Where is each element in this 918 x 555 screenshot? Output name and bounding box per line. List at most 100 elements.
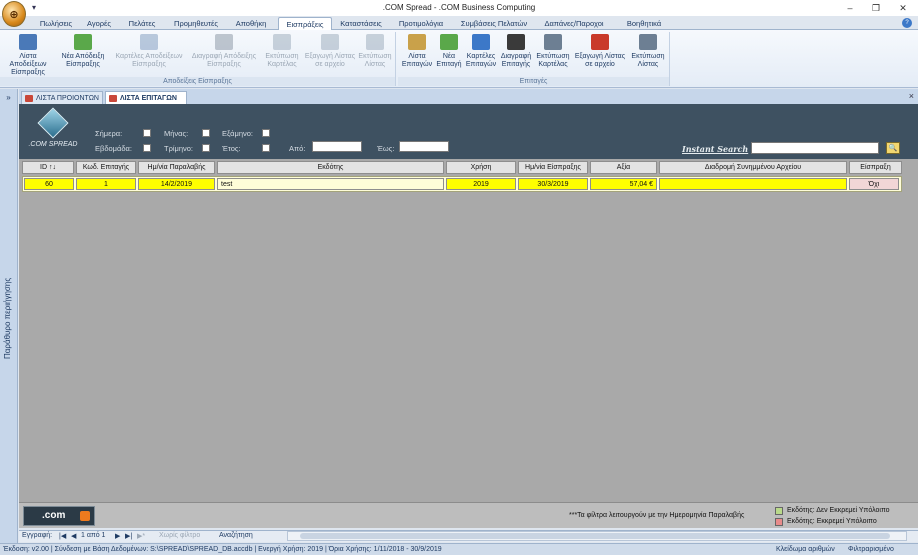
- doc-tab-products[interactable]: ΛΙΣΤΑ ΠΡΟΙΟΝΤΩΝ: [21, 91, 103, 104]
- cards-icon: [140, 34, 158, 50]
- close-button[interactable]: ✕: [889, 1, 917, 15]
- cell-receipt-date[interactable]: 14/2/2019: [138, 178, 215, 190]
- office-button-icon[interactable]: ⊕: [2, 1, 26, 27]
- filter-header: .COM SPREAD Σήμερα: Εβδομάδα: Μήνας: Τρί…: [19, 104, 918, 159]
- com-spread-logo: .COM SPREAD: [27, 107, 79, 154]
- last-record-button[interactable]: ▶|: [125, 532, 132, 540]
- ribbon-group-cheques: Λίστα Επιταγών Νέα Επιταγή Καρτέλες Επιτ…: [398, 32, 670, 86]
- column-header-receipt-date[interactable]: Ημ/νία Παραλαβής: [138, 161, 215, 174]
- filter-week-label: Εβδομάδα:: [95, 144, 132, 153]
- print-receipt-list-button[interactable]: Εκτύπωση Λίστας: [356, 34, 394, 76]
- delete-cheque-button[interactable]: Διαγραφή Επιταγής: [498, 34, 534, 76]
- search-icon[interactable]: 🔍: [886, 142, 900, 154]
- filter-semester-label: Εξάμηνο:: [222, 129, 253, 138]
- export-cheque-list-button[interactable]: Εξαγωγή Λίστας σε αρχείο: [572, 34, 628, 76]
- column-header-value[interactable]: Αξία: [590, 161, 657, 174]
- new-cheque-button[interactable]: Νέα Επιταγή: [434, 34, 464, 76]
- cell-collection-date[interactable]: 30/3/2019: [518, 178, 588, 190]
- cell-attachment-path[interactable]: [659, 178, 847, 190]
- minimize-button[interactable]: –: [836, 1, 864, 15]
- record-label: Εγγραφή:: [22, 532, 53, 539]
- filter-status[interactable]: Χωρίς φίλτρο: [159, 532, 200, 539]
- column-header-collected[interactable]: Είσπραξη: [849, 161, 902, 174]
- print-receipt-card-button[interactable]: Εκτύπωση Καρτέλας: [262, 34, 302, 76]
- column-header-issuer[interactable]: Εκδότης: [217, 161, 444, 174]
- search-box[interactable]: Αναζήτηση: [219, 532, 253, 539]
- tab-sales[interactable]: Πωλήσεις: [32, 17, 80, 30]
- new-cheque-icon: [440, 34, 458, 50]
- tab-auxiliary[interactable]: Βοηθητικά: [616, 17, 672, 30]
- filter-to-input[interactable]: [399, 141, 449, 152]
- column-header-collection-date[interactable]: Ημ/νία Είσπραξης: [518, 161, 588, 174]
- filter-quarter-checkbox[interactable]: [202, 144, 210, 152]
- filter-note: ***Τα φίλτρα λειτουργούν με την Ημερομην…: [569, 512, 745, 519]
- filter-year-checkbox[interactable]: [262, 144, 270, 152]
- new-receipt-icon: [74, 34, 92, 50]
- cell-id[interactable]: 60: [24, 178, 74, 190]
- receipt-list-icon: [19, 34, 37, 50]
- receipt-cards-button[interactable]: Καρτέλες Αποδείξεων Είσπραξης: [112, 34, 186, 76]
- ribbon-group-label-receipts: Αποδείξεις Είσπραξης: [0, 77, 395, 86]
- filter-today-checkbox[interactable]: [143, 129, 151, 137]
- column-header-fiscal-year[interactable]: Χρήση: [446, 161, 516, 174]
- column-header-attachment-path[interactable]: Διαδρομή Συνημμένου Αρχείου: [659, 161, 847, 174]
- print-cheque-card-button[interactable]: Εκτύπωση Καρτέλας: [534, 34, 572, 76]
- print-cheque-list-button[interactable]: Εκτύπωση Λίστας: [628, 34, 668, 76]
- tab-purchases[interactable]: Αγορές: [80, 17, 118, 30]
- tab-customers[interactable]: Πελάτες: [120, 17, 164, 30]
- status-bar: Έκδοση: v2.00 | Σύνδεση με Βάση Δεδομένω…: [0, 543, 918, 555]
- cell-collected[interactable]: Όχι: [849, 178, 899, 190]
- receipt-list-button[interactable]: Λίστα Αποδείξεων Είσπραξης: [2, 34, 54, 76]
- logo-diamond-icon: [37, 107, 69, 139]
- tab-reports[interactable]: Καταστάσεις: [334, 17, 388, 30]
- tab-collections[interactable]: Εισπράξεις: [278, 17, 332, 31]
- filter-month-checkbox[interactable]: [202, 129, 210, 137]
- doc-tab-cheques[interactable]: ΛΙΣΤΑ ΕΠΙΤΑΓΩΝ: [105, 91, 187, 104]
- cell-fiscal-year[interactable]: 2019: [446, 178, 516, 190]
- scrollbar-thumb[interactable]: [300, 533, 890, 539]
- navigation-pane[interactable]: » Παράθυρο περιήγησης: [0, 89, 18, 544]
- trash-icon: [215, 34, 233, 50]
- instant-search-label: Instant Search: [682, 144, 749, 154]
- filter-from-input[interactable]: [312, 141, 362, 152]
- export-receipt-list-button[interactable]: Εξαγωγή Λίστας σε αρχείο: [304, 34, 356, 76]
- new-receipt-button[interactable]: Νέα Απόδειξη Είσπραξης: [56, 34, 110, 76]
- legend-swatch-no-balance: [775, 507, 783, 515]
- tab-proforma[interactable]: Προτιμολόγια: [392, 17, 450, 30]
- ribbon-group-label-cheques: Επιταγές: [398, 77, 669, 86]
- status-info: Έκδοση: v2.00 | Σύνδεση με Βάση Δεδομένω…: [3, 546, 442, 553]
- nav-expand-icon[interactable]: »: [0, 93, 17, 102]
- tab-suppliers[interactable]: Προμηθευτές: [166, 17, 226, 30]
- tab-contracts[interactable]: Συμβάσεις Πελατών: [456, 17, 532, 30]
- next-record-button[interactable]: ▶: [115, 532, 120, 540]
- new-record-button[interactable]: ▶*: [137, 532, 145, 540]
- delete-receipt-button[interactable]: Διαγραφή Απόδειξης Είσπραξης: [188, 34, 260, 76]
- close-document-icon[interactable]: ×: [909, 91, 914, 101]
- filter-week-checkbox[interactable]: [143, 144, 151, 152]
- help-icon[interactable]: ?: [902, 18, 912, 28]
- legend-swatch-pending-balance: [775, 518, 783, 526]
- instant-search-input[interactable]: [751, 142, 879, 154]
- title-bar: ▾ .COM Spread - .COM Business Computing …: [0, 0, 918, 16]
- cheque-list-button[interactable]: Λίστα Επιταγών: [400, 34, 434, 76]
- prev-record-button[interactable]: ◀: [71, 532, 76, 540]
- ribbon-group-receipts: Λίστα Αποδείξεων Είσπραξης Νέα Απόδειξη …: [0, 32, 396, 86]
- horizontal-scrollbar[interactable]: [287, 531, 907, 541]
- cell-cheque-code[interactable]: 1: [76, 178, 136, 190]
- tab-expenses[interactable]: Δαπάνες/Παροχοι: [538, 17, 610, 30]
- export-icon: [321, 34, 339, 50]
- export-icon: [591, 34, 609, 50]
- column-header-id[interactable]: ID ↑↓: [22, 161, 74, 174]
- record-position[interactable]: 1 από 1: [81, 532, 105, 539]
- ribbon: Λίστα Αποδείξεων Είσπραξης Νέα Απόδειξη …: [0, 30, 918, 88]
- tab-warehouse[interactable]: Αποθήκη: [228, 17, 274, 30]
- column-header-cheque-code[interactable]: Κωδ. Επιταγής: [76, 161, 136, 174]
- cell-value[interactable]: 57,04 €: [590, 178, 657, 190]
- first-record-button[interactable]: |◀: [59, 532, 66, 540]
- cell-issuer[interactable]: test: [217, 178, 444, 190]
- filter-semester-checkbox[interactable]: [262, 129, 270, 137]
- restore-button[interactable]: ❐: [862, 1, 890, 15]
- print-card-icon: [273, 34, 291, 50]
- cheque-cards-button[interactable]: Καρτέλες Επιταγών: [464, 34, 498, 76]
- cheque-cards-icon: [472, 34, 490, 50]
